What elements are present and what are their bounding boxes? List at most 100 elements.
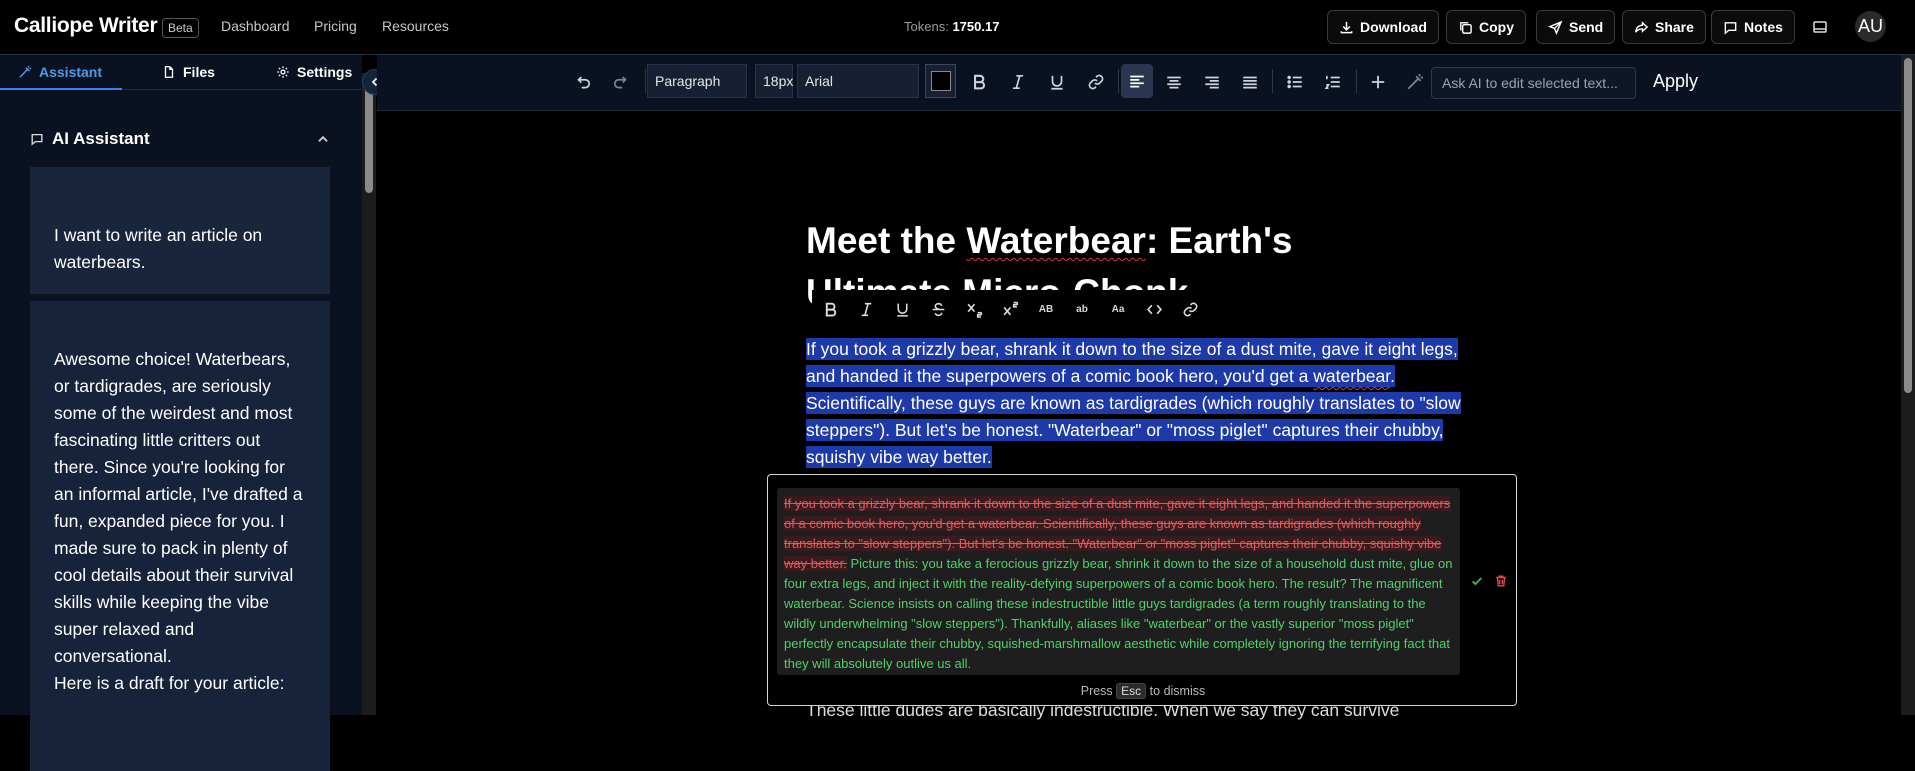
nav-resources[interactable]: Resources <box>382 18 449 34</box>
float-code-button[interactable] <box>1136 290 1172 329</box>
download-label: Download <box>1360 19 1427 35</box>
justify-icon <box>1243 76 1257 89</box>
hint-pre: Press <box>1080 684 1113 698</box>
tab-files-label: Files <box>183 64 215 80</box>
wand-icon <box>19 65 32 78</box>
tokens-value: 1750.17 <box>952 19 1000 34</box>
bullet-list-button[interactable] <box>1284 71 1306 93</box>
user-avatar[interactable]: AU <box>1855 11 1886 42</box>
float-subscript-button[interactable] <box>956 290 992 329</box>
top-navigation-bar: Calliope Writer Beta Dashboard Pricing R… <box>0 0 1915 55</box>
undo-button[interactable] <box>572 71 594 93</box>
sidebar-tabs: Assistant Files Settings <box>0 55 362 90</box>
bold-icon <box>974 74 985 90</box>
float-uppercase-button[interactable]: AB <box>1028 290 1064 329</box>
underline-icon <box>896 303 908 317</box>
diff-content: If you took a grizzly bear, shrank it do… <box>777 488 1460 675</box>
float-italic-button[interactable] <box>848 290 884 329</box>
chevron-up-icon[interactable] <box>316 132 330 146</box>
underline-button[interactable] <box>1046 71 1068 93</box>
link-button[interactable] <box>1085 71 1107 93</box>
underline-icon <box>1051 75 1063 90</box>
inserted-text: Picture this: you take a ferocious grizz… <box>784 556 1453 671</box>
dismiss-hint: Press Esc to dismiss <box>768 683 1518 699</box>
ai-edit-input[interactable]: Ask AI to edit selected text... <box>1431 67 1636 99</box>
align-center-button[interactable] <box>1163 71 1185 93</box>
chat-icon <box>31 133 43 146</box>
align-left-icon <box>1130 75 1144 88</box>
link-icon <box>1183 302 1197 317</box>
nav-pricing[interactable]: Pricing <box>314 18 357 34</box>
toolbar-divider <box>1356 69 1357 93</box>
apply-button[interactable]: Apply <box>1653 71 1698 92</box>
toolbar-divider <box>1118 69 1119 93</box>
numbered-list-icon <box>1324 75 1340 90</box>
title-misspelled-word: Waterbear <box>966 220 1146 261</box>
float-bold-button[interactable] <box>812 290 848 329</box>
redo-icon <box>613 76 627 89</box>
reject-trash-icon[interactable] <box>1494 574 1508 588</box>
share-icon <box>1635 20 1649 33</box>
editor-scroll-thumb[interactable] <box>1904 58 1912 393</box>
share-button[interactable]: Share <box>1622 10 1706 44</box>
float-strikethrough-button[interactable] <box>920 290 956 329</box>
ai-assistant-header[interactable]: AI Assistant <box>30 128 332 150</box>
float-capitalize-button[interactable]: Aa <box>1100 290 1136 329</box>
italic-icon <box>1012 74 1024 90</box>
superscript-icon <box>1003 301 1018 316</box>
ai-wand-button[interactable] <box>1404 71 1426 93</box>
send-button[interactable]: Send <box>1536 10 1616 44</box>
color-swatch <box>930 71 951 91</box>
selected-paragraph[interactable]: If you took a grizzly bear, shrank it do… <box>806 336 1476 471</box>
numbered-list-button[interactable] <box>1322 71 1344 93</box>
float-underline-button[interactable] <box>884 290 920 329</box>
float-lowercase-button[interactable]: ab <box>1064 290 1100 329</box>
link-icon <box>1088 74 1104 90</box>
download-button[interactable]: Download <box>1327 10 1439 44</box>
wand-icon <box>1407 74 1423 90</box>
panel-title: AI Assistant <box>52 129 150 148</box>
tab-settings[interactable]: Settings <box>276 64 352 80</box>
beta-badge: Beta <box>162 18 199 38</box>
redo-button[interactable] <box>610 71 632 93</box>
undo-icon <box>577 76 591 89</box>
tokens-label: Tokens: <box>904 19 949 34</box>
notes-label: Notes <box>1744 19 1783 35</box>
float-link-button[interactable] <box>1172 290 1208 329</box>
gear-icon <box>277 66 289 78</box>
files-icon <box>164 66 174 78</box>
nav-dashboard[interactable]: Dashboard <box>221 18 290 34</box>
insert-button[interactable] <box>1367 71 1389 93</box>
bold-icon <box>825 302 836 317</box>
justify-button[interactable] <box>1239 71 1261 93</box>
brand-logo[interactable]: Calliope Writer <box>14 14 158 38</box>
accept-check-icon[interactable] <box>1470 574 1484 588</box>
paragraph-misspelled-word: waterbear <box>1313 366 1391 386</box>
share-label: Share <box>1655 19 1694 35</box>
plus-icon <box>1371 75 1385 89</box>
layout-toggle-icon[interactable] <box>1812 19 1828 35</box>
align-left-button[interactable] <box>1121 64 1153 98</box>
sidebar-scroll-thumb[interactable] <box>365 78 373 193</box>
tab-assistant[interactable]: Assistant <box>18 64 102 80</box>
text-color-picker[interactable] <box>925 64 956 98</box>
title-text-part-1: Meet the <box>806 220 967 261</box>
font-size-select[interactable]: 18px <box>755 64 793 98</box>
send-label: Send <box>1569 19 1604 35</box>
copy-button[interactable]: Copy <box>1446 10 1526 44</box>
notes-button[interactable]: Notes <box>1711 10 1795 44</box>
toolbar-divider <box>1272 69 1273 93</box>
float-superscript-button[interactable] <box>992 290 1028 329</box>
align-center-icon <box>1167 76 1181 89</box>
copy-icon <box>1460 21 1472 34</box>
code-icon <box>1146 304 1162 315</box>
font-family-select[interactable]: Arial <box>797 64 919 98</box>
bold-button[interactable] <box>968 71 990 93</box>
align-right-button[interactable] <box>1201 71 1223 93</box>
editor-toolbar: Paragraph 18px Arial Ask AI to edit sele… <box>377 55 1907 111</box>
italic-button[interactable] <box>1007 71 1029 93</box>
bullet-list-icon <box>1287 75 1302 89</box>
tab-files[interactable]: Files <box>162 64 215 80</box>
user-message-text: I want to write an article on waterbears… <box>54 225 263 272</box>
block-type-select[interactable]: Paragraph <box>647 64 747 98</box>
